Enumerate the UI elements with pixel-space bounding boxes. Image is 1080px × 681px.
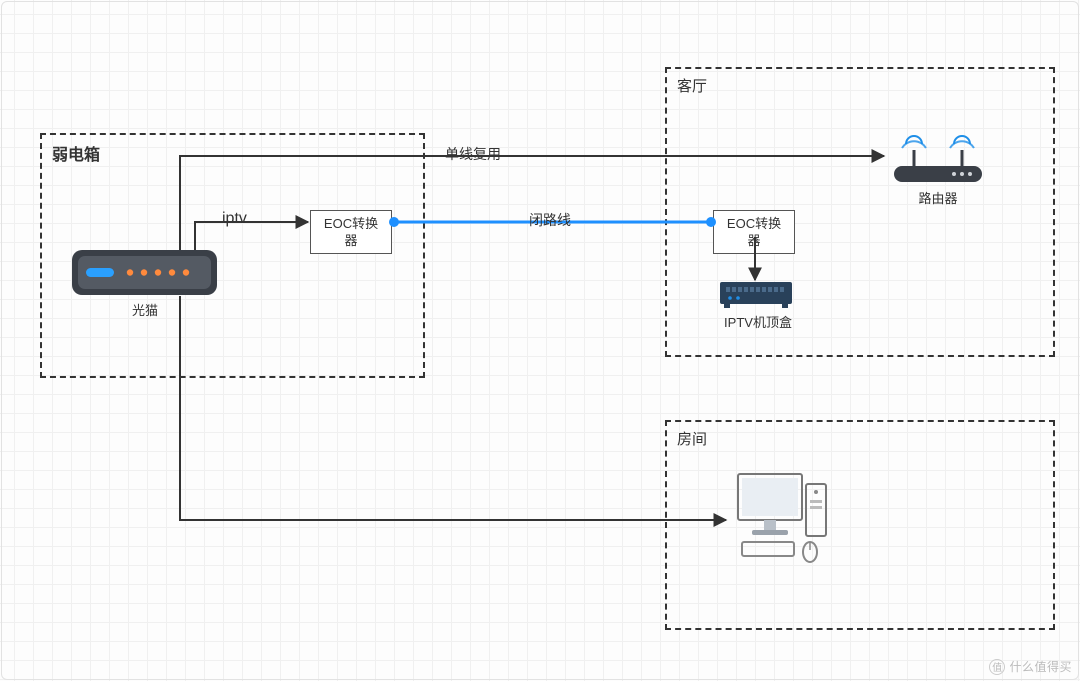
zone-room-label: 房间 [677,428,707,449]
zone-living-label: 客厅 [677,75,707,96]
watermark-logo-icon: 值 [989,659,1005,675]
link-label-single-reuse: 单线复用 [441,144,505,164]
set-top-box-icon [720,282,792,308]
optical-modem-icon [72,250,217,295]
link-label-coax: 闭路线 [525,210,575,230]
optical-modem-label: 光猫 [120,300,170,319]
zone-weakbox-label: 弱电箱 [52,141,100,165]
router-icon [888,120,988,184]
eoc-converter-right: EOC转换器 [713,210,795,254]
desktop-computer-icon [730,470,830,565]
link-label-iptv: iptv [218,210,251,228]
watermark: 值 什么值得买 [989,658,1072,675]
eoc-converter-left: EOC转换器 [310,210,392,254]
zone-room: 房间 [665,420,1055,630]
router-label: 路由器 [908,188,968,207]
set-top-box-label: IPTV机顶盒 [718,312,798,331]
watermark-text: 什么值得买 [1009,658,1072,675]
